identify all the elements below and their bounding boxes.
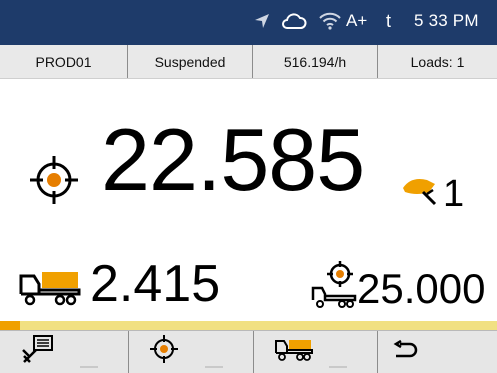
- clock: 5 33 PM: [414, 11, 479, 30]
- wifi-icon: [318, 9, 342, 33]
- load-progress-bar: [0, 321, 497, 330]
- status-bar: A+ t 5 33 PM: [0, 0, 497, 45]
- target-load-value: 25.000: [357, 265, 486, 312]
- truck-load-value: 2.415: [90, 255, 221, 313]
- product-name[interactable]: PROD01: [0, 45, 128, 78]
- settings-button[interactable]: [0, 331, 129, 373]
- divider-mark: [205, 366, 223, 368]
- target-button[interactable]: [129, 331, 254, 373]
- back-return-icon: [392, 339, 420, 370]
- info-bar: PROD01 Suspended 516.194/h Loads: 1: [0, 45, 497, 79]
- load-progress-fill: [0, 321, 20, 330]
- target-truck-icon: [310, 260, 358, 313]
- target-icon: [28, 154, 80, 211]
- truck-load-icon: [274, 334, 314, 367]
- main-weight-value: 22.585: [101, 110, 365, 209]
- loads-count: Loads: 1: [410, 53, 465, 70]
- rate-value: 516.194/h: [253, 45, 378, 78]
- back-button[interactable]: [378, 331, 497, 373]
- settings-tools-icon: [20, 334, 56, 371]
- bottom-toolbar: [0, 330, 497, 373]
- bucket-count: 1: [443, 173, 465, 215]
- divider-mark: [80, 366, 98, 368]
- navigation-arrow-icon: [253, 9, 271, 33]
- cloud-icon: [281, 9, 307, 33]
- carrier-indicator: t: [386, 10, 392, 31]
- truck-load-icon: [18, 264, 82, 313]
- bucket-icon: [399, 172, 439, 213]
- target-icon: [149, 334, 179, 369]
- truck-load-button[interactable]: [254, 331, 378, 373]
- divider-mark: [329, 366, 347, 368]
- network-type-label: A+: [346, 11, 368, 30]
- status-label: Suspended: [128, 45, 253, 78]
